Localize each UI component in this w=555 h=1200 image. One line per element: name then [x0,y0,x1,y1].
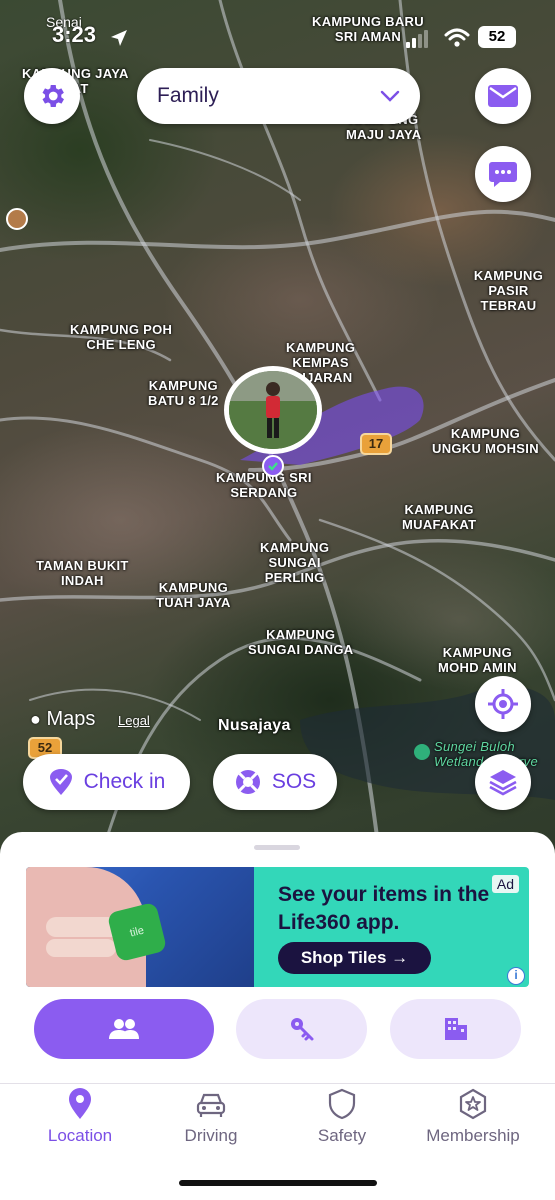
legal-link[interactable]: Legal [118,713,150,728]
status-bar: Senai 3:23 52 [0,0,555,60]
segment-items[interactable] [236,999,367,1059]
map-label: KAMPUNG SUNGAI DANGA [248,627,354,657]
tab-bar: Location Driving Safety Membership [0,1088,555,1158]
bottom-sheet[interactable]: tile See your items in the Life360 app. … [0,832,555,1200]
gear-icon [42,85,64,107]
car-icon [196,1093,226,1117]
ad-info-icon[interactable]: i [507,967,525,985]
ad-badge: Ad [491,875,519,893]
school-pin-icon[interactable] [6,208,28,230]
tab-membership[interactable]: Membership [403,1088,543,1146]
map-layers-button[interactable] [475,754,531,810]
segment-people[interactable] [34,999,214,1059]
map-label: KAMPUNG POH CHE LENG [70,322,173,352]
key-icon [290,1018,313,1041]
shield-icon [328,1088,356,1120]
sheet-grabber[interactable] [254,845,300,850]
building-icon [444,1018,467,1040]
location-arrow-icon [111,30,127,46]
segment-places[interactable] [390,999,521,1059]
tab-label: Safety [317,1126,367,1145]
member-avatar-marker[interactable] [224,366,322,454]
tile-tracker-icon: tile [106,901,168,963]
maps-attribution: ● Maps [30,708,95,731]
apple-logo-icon: ● [30,709,41,729]
tab-divider [0,1083,555,1084]
avatar-photo [229,371,317,449]
map-label: KAMPUNG PASIR TEBRAU [473,268,544,313]
people-icon [109,1019,139,1039]
map-label: KAMPUNG SUNGAI PERLING [260,540,330,585]
layers-icon [489,770,517,796]
crosshair-icon [488,689,518,719]
sos-label: SOS [271,770,317,793]
clock: 3:23 [52,22,97,47]
map-label: KAMPUNG BATU 8 1/2 [148,378,219,408]
tab-label: Location [47,1126,113,1145]
route-badge: 17 [360,433,392,455]
tab-location[interactable]: Location [10,1088,150,1146]
check-in-button[interactable]: Check in [23,754,190,810]
envelope-icon [488,85,518,107]
park-icon [414,744,430,760]
circle-name: Family [157,84,219,107]
map-label: KAMPUNG MUAFAKAT [402,502,477,532]
lifebuoy-icon [235,770,260,794]
map-label: TAMAN BUKIT INDAH [36,558,129,588]
recenter-button[interactable] [475,676,531,732]
maps-brand: Maps [46,708,96,730]
tab-safety[interactable]: Safety [272,1088,412,1146]
chevron-down-icon [380,90,400,102]
battery-indicator: 52 [478,26,516,48]
wifi-icon [444,28,470,47]
shop-tiles-button[interactable]: Shop Tiles → [278,942,431,974]
tab-label: Driving [184,1126,238,1145]
check-in-label: Check in [83,770,166,793]
map-label: KAMPUNG MOHD AMIN [438,645,517,675]
ad-photo: tile [26,867,254,987]
tab-label: Membership [426,1126,520,1145]
messages-button[interactable] [475,68,531,124]
settings-button[interactable] [24,68,80,124]
chat-button[interactable] [475,146,531,202]
tile-ad-banner[interactable]: tile See your items in the Life360 app. … [26,867,529,987]
chat-bubble-icon [489,162,517,187]
map-label: KAMPUNG TUAH JAYA [156,580,231,610]
location-pin-icon [69,1088,91,1119]
map-view[interactable]: KAMPUNG BARU SRI AMAN KAMPUNG JAYA KAT K… [0,0,555,860]
map-label: Nusajaya [218,717,291,734]
location-check-icon [262,455,284,477]
sos-button[interactable]: SOS [213,754,337,810]
circle-selector-dropdown[interactable]: Family [137,68,420,124]
tab-driving[interactable]: Driving [141,1088,281,1146]
check-in-pin-icon [49,769,72,795]
ad-headline: See your items in the Life360 app. [278,883,490,934]
star-badge-icon [459,1088,487,1120]
home-indicator[interactable] [179,1180,377,1186]
avatar [229,371,317,449]
map-label: KAMPUNG UNGKU MOHSIN [432,426,539,456]
map-label: KAMPUNG SRI SERDANG [216,470,312,500]
signal-icon [406,30,428,48]
